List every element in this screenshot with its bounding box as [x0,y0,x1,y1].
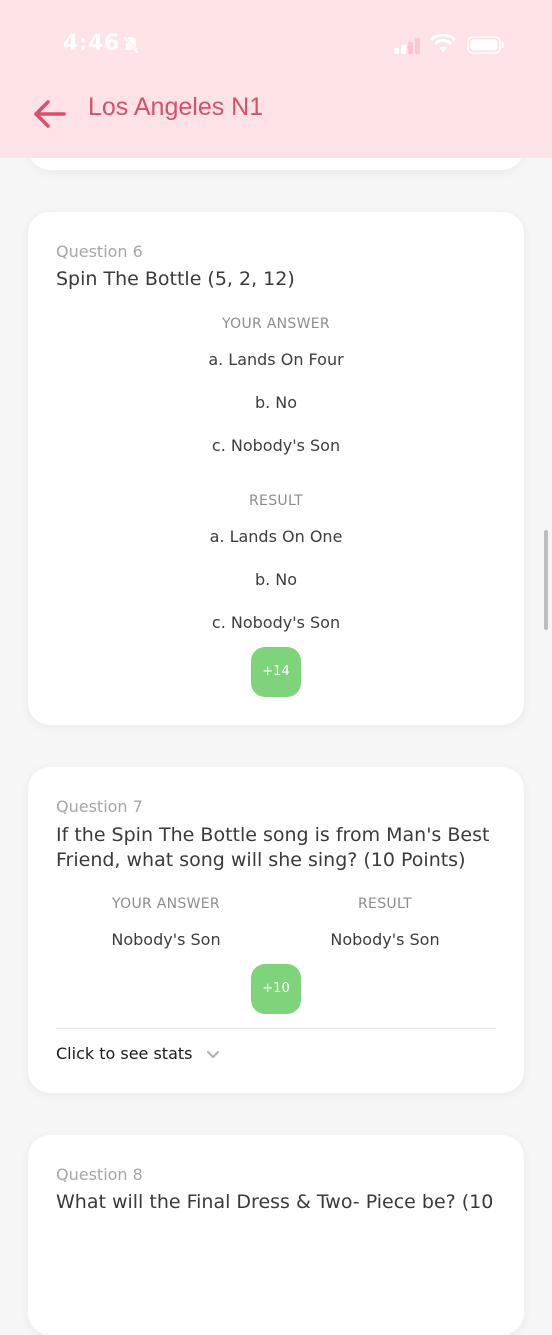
your-answer-item: c. Nobody's Son [211,436,341,455]
question-card-6: Question 6 Spin The Bottle (5, 2, 12) YO… [28,212,524,725]
question-label: Question 6 [56,242,143,261]
wifi-icon [429,33,457,58]
question-text: If the Spin The Bottle song is from Man'… [56,824,490,871]
question-card-7: Question 7 If the Spin The Bottle song i… [28,767,524,1093]
your-answer-item: b. No [254,393,298,412]
points-badge: +14 [251,647,301,697]
your-answer-label: YOUR ANSWER [222,316,330,332]
result-item: c. Nobody's Son [211,613,341,632]
question-text: What will the Final Dress & Two- Piece b… [56,1191,494,1213]
result-item: a. Lands On One [209,527,343,546]
question-card-8: Question 8 What will the Final Dress & T… [28,1135,524,1335]
see-stats-button[interactable]: Click to see stats [56,1044,220,1064]
app-header: 4:46 Los Angeles N1 [0,0,552,158]
your-answer-item: a. Lands On Four [208,350,344,369]
see-stats-label: Click to see stats [56,1044,193,1063]
result-item: b. No [254,570,298,589]
page-title: Los Angeles N1 [88,93,264,121]
your-answer-label: YOUR ANSWER [112,896,220,912]
back-arrow-icon[interactable] [32,96,68,132]
silent-bell-icon [121,35,141,59]
chevron-down-icon [206,1045,220,1064]
question-label: Question 7 [56,797,143,816]
your-answer-value: Nobody's Son [111,930,221,949]
cellular-signal-icon [394,38,422,58]
points-badge: +10 [251,964,301,1014]
result-label: RESULT [249,493,303,509]
status-bar: 4:46 [0,0,552,90]
scrollbar[interactable] [544,530,548,630]
result-label: RESULT [358,896,412,912]
status-time: 4:46 [63,31,120,56]
battery-icon [467,36,505,58]
result-value: Nobody's Son [330,930,440,949]
question-text: Spin The Bottle (5, 2, 12) [56,268,295,290]
question-label: Question 8 [56,1165,143,1184]
divider [56,1028,496,1029]
